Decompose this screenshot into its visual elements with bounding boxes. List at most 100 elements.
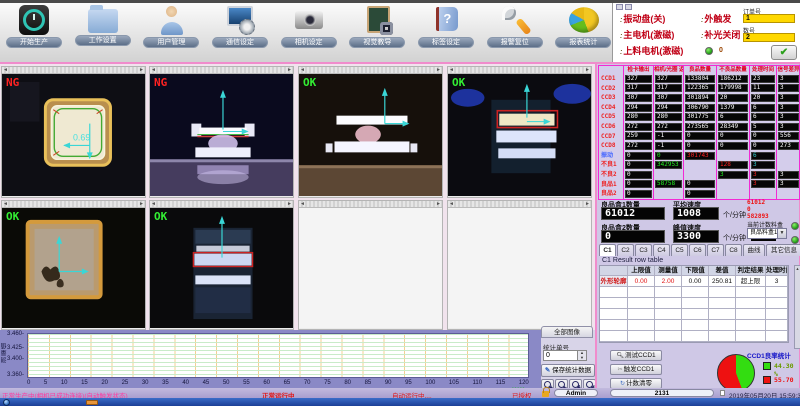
stat-cell: 1379 — [717, 103, 750, 113]
tab-C8[interactable]: C8 — [725, 244, 742, 256]
all-images-button[interactable]: 全部图像 — [541, 326, 593, 338]
camera-scrollbar[interactable]: ◄► — [299, 67, 442, 74]
folder-icon — [88, 9, 118, 33]
batch-input[interactable]: 2 — [743, 33, 795, 42]
start-orb-icon[interactable] — [3, 399, 10, 406]
stat-cell: 307 — [654, 93, 684, 103]
stat-cell — [717, 189, 750, 199]
toolbar-button-vision-teach[interactable]: 视觉教导 — [349, 5, 406, 48]
stat-cell: 3 — [750, 170, 777, 180]
result-row-empty — [600, 320, 788, 331]
hopper-led-2 — [791, 236, 799, 244]
stat-cell: 0 — [750, 141, 777, 151]
toolbar-button-label-settings[interactable]: 标签设定 — [418, 5, 475, 48]
toolbar-button-user-management[interactable]: 用户管理 — [143, 5, 200, 48]
tab-曲线[interactable]: 曲线 — [743, 244, 765, 256]
camera-scrollbar[interactable]: ◄► — [2, 201, 145, 208]
x-tick: 95 — [405, 380, 412, 386]
page-icon[interactable] — [720, 390, 725, 396]
y-tick: 3.460- — [7, 331, 24, 337]
stat-cell: 3 — [777, 170, 800, 180]
stat-cell: 273 — [777, 141, 800, 151]
camera-scrollbar[interactable]: ◄► — [150, 67, 293, 74]
stat-row: CCD62722722735652834953 — [599, 122, 799, 132]
stat-cell: 327 — [654, 74, 684, 84]
result-col-header: 差值 — [709, 266, 736, 276]
camera-image-6: OK — [150, 208, 293, 328]
tab-其它信息[interactable]: 其它信息 — [766, 244, 800, 256]
toolbar-button-work-settings[interactable]: 工作设置 — [75, 5, 132, 46]
stat-row: CCD2317317122365179998113 — [599, 84, 799, 94]
tab-C6[interactable]: C6 — [689, 244, 706, 256]
result-row-empty — [600, 298, 788, 309]
result-table-scrollbar[interactable]: ▲ — [794, 265, 800, 349]
serial-spinner[interactable]: 0▲▼ — [543, 350, 587, 361]
toolbar-button-alarm-reset[interactable]: 报警复位 — [487, 5, 544, 48]
pie-icon — [569, 7, 599, 33]
toolbar-button-report-stats[interactable]: 报表统计 — [555, 5, 612, 48]
camera-panel-1: ◄► 0.69 NG — [1, 66, 146, 198]
camera-scrollbar[interactable]: ◄► — [448, 67, 591, 74]
tab-C7[interactable]: C7 — [707, 244, 724, 256]
stat-row: CCD8272-1000273 — [599, 141, 799, 151]
tab-C1[interactable]: C1 — [599, 244, 616, 256]
camera-image-8 — [448, 208, 591, 328]
test-ccd1-button[interactable]: 🔍︎测试CCD1 — [610, 350, 662, 361]
svg-text:0.69: 0.69 — [73, 132, 90, 142]
save-stats-button[interactable]: ✎ 保存统计数据 — [541, 364, 595, 377]
stat-cell: 0 — [624, 151, 654, 161]
panel-control-icon[interactable] — [616, 4, 623, 10]
taskbar-item[interactable] — [86, 400, 98, 405]
camera-image-3: OK — [299, 74, 442, 196]
stat-cell: 272 — [654, 122, 684, 132]
ext-trigger-status: :外触发 — [701, 12, 731, 25]
hopper-select[interactable]: 良品料盒1▼ — [747, 228, 787, 239]
result-col-header: 测量值 — [655, 266, 682, 276]
camera-image-2: NG — [150, 74, 293, 196]
camera-panel-4: ◄► OK — [447, 66, 592, 198]
stat-cell: 0 — [684, 189, 717, 199]
y-tick: 3.425- — [7, 345, 24, 351]
stat-cell — [654, 170, 684, 180]
dropdown-arrow-icon[interactable]: ▼ — [777, 229, 786, 238]
stat-col-header: 良品数量 — [684, 66, 717, 74]
stat-cell: 0 — [624, 189, 654, 199]
stat-cell: 280 — [624, 112, 654, 122]
toolbar-button-start-production[interactable]: 开始生产 — [6, 5, 63, 48]
camera-scrollbar[interactable]: ◄► — [2, 67, 145, 74]
toolbar-button-comm-settings[interactable]: 通信设定 — [212, 5, 269, 48]
board-icon — [363, 5, 393, 35]
refresh-icon: ↻ — [620, 381, 625, 387]
stat-row: 良品1058758033 — [599, 180, 799, 190]
camera-result-label: OK — [452, 76, 465, 89]
confirm-button[interactable]: ✔ — [771, 45, 797, 60]
x-tick: 5 — [44, 380, 47, 386]
toolbar-button-camera-settings[interactable]: 相机设定 — [281, 5, 338, 48]
camera-scrollbar[interactable]: ◄► — [299, 201, 442, 208]
toolbar: 开始生产 工作设置用户管理通信设定相机设定 视觉教导 标签设定报警复位报表统计 — [0, 3, 612, 62]
side-value: 582893 — [747, 213, 769, 220]
stat-cell — [684, 160, 717, 170]
toolbar-button-label: 开始生产 — [6, 37, 62, 48]
toolbar-button-label: 相机设定 — [281, 37, 337, 48]
camera-scrollbar[interactable]: ◄► — [150, 201, 293, 208]
stat-cell: 3 — [750, 180, 777, 190]
tab-C5[interactable]: C5 — [671, 244, 688, 256]
trigger-ccd1-button[interactable]: ✂触发CCD1 — [610, 364, 662, 375]
stat-cell — [777, 151, 800, 161]
camera-scrollbar[interactable]: ◄► — [448, 201, 591, 208]
tab-C2[interactable]: C2 — [617, 244, 634, 256]
side-value: 61012 — [747, 199, 765, 206]
tab-C4[interactable]: C4 — [653, 244, 670, 256]
stat-col-header: 处理时间 — [750, 66, 777, 74]
tab-C3[interactable]: C3 — [635, 244, 652, 256]
order-input[interactable]: 1 — [743, 14, 795, 23]
stat-cell: 556 — [777, 132, 800, 142]
stat-cell: 3 — [777, 112, 800, 122]
user-button[interactable]: Admin — [554, 389, 598, 397]
spinner-arrows-icon[interactable]: ▲▼ — [577, 351, 586, 360]
stat-cell: 6 — [750, 103, 777, 113]
panel-control-icon[interactable] — [625, 4, 632, 10]
toolbar-button-label: 视觉教导 — [349, 37, 405, 48]
stat-cell: 23 — [750, 74, 777, 84]
